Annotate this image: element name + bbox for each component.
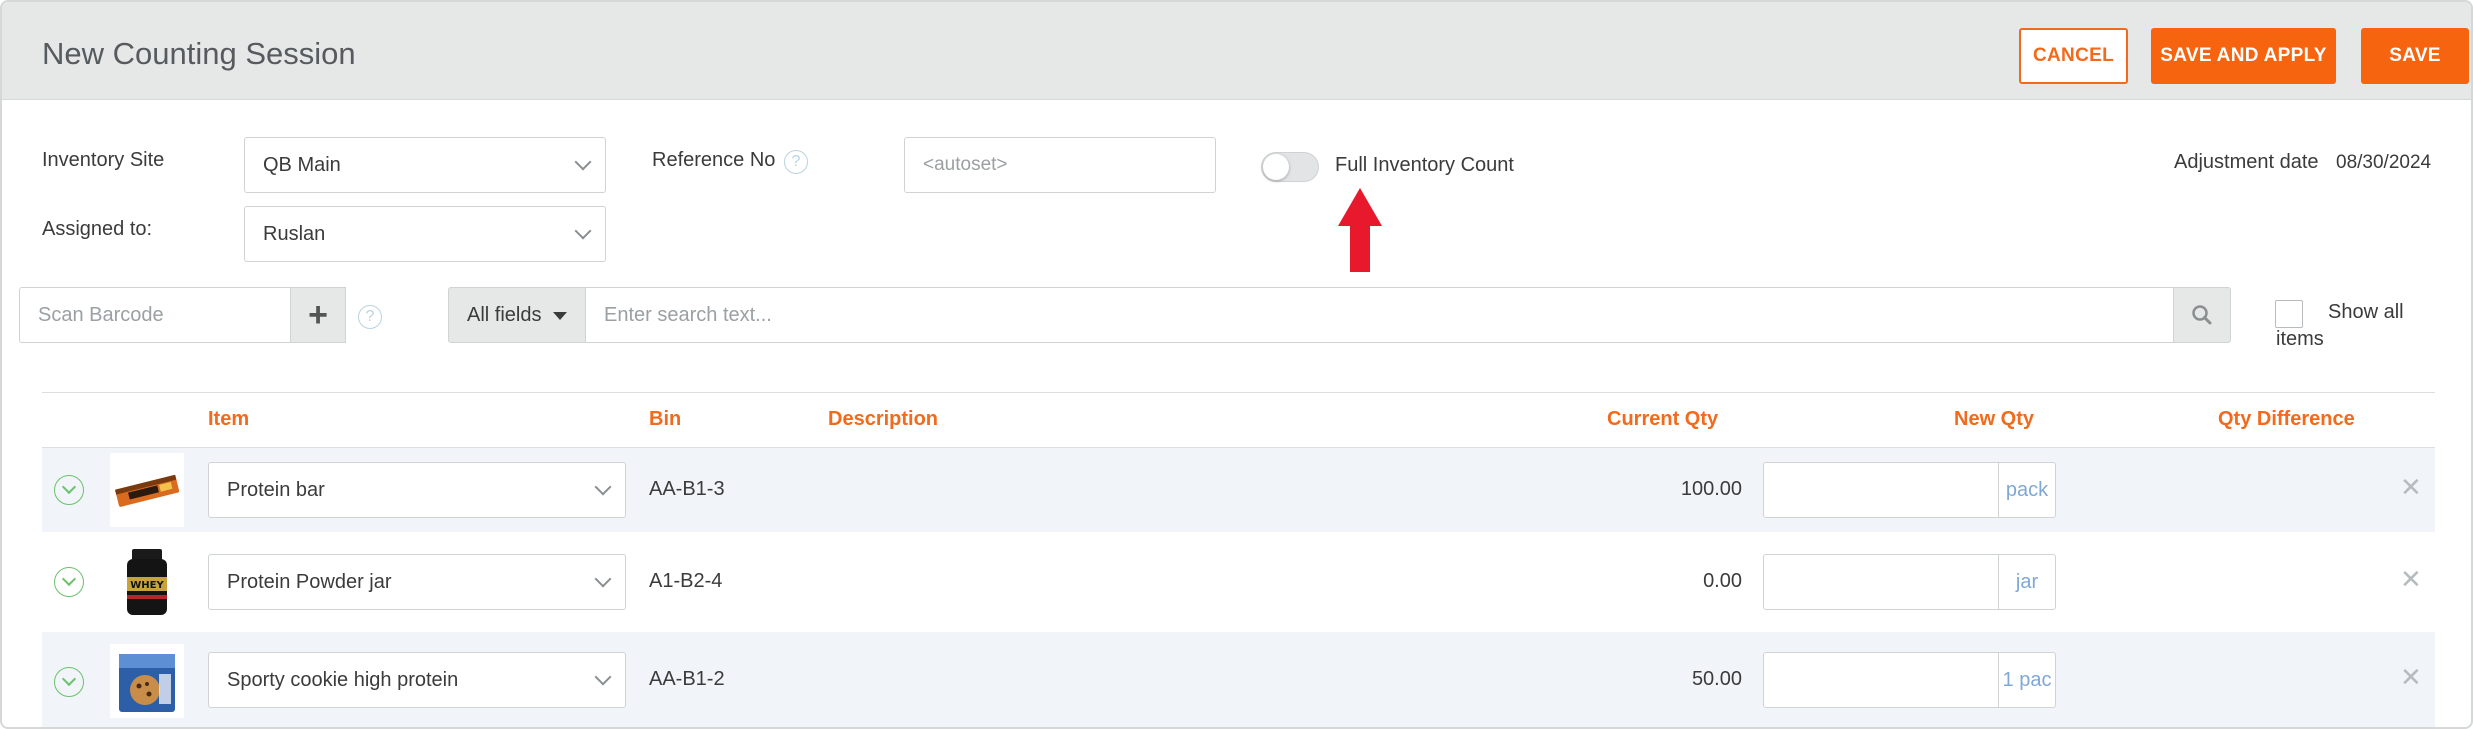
help-icon[interactable]: ? bbox=[358, 305, 382, 329]
cancel-button[interactable]: CANCEL bbox=[2019, 28, 2128, 84]
protein-powder-jar-image: WHEY bbox=[127, 549, 167, 615]
unit-select[interactable]: 1 pac bbox=[1998, 652, 2056, 708]
remove-row-icon[interactable]: ✕ bbox=[2400, 662, 2422, 693]
column-header-new-qty[interactable]: New Qty bbox=[1954, 408, 2034, 431]
red-arrow-annotation bbox=[1338, 188, 1382, 272]
assigned-to-select[interactable]: Ruslan bbox=[244, 206, 606, 262]
item-thumbnail bbox=[110, 644, 184, 718]
current-qty-cell: 0.00 bbox=[1703, 570, 1742, 592]
new-qty-input[interactable] bbox=[1763, 652, 1999, 708]
search-icon bbox=[2192, 305, 2212, 325]
remove-row-icon[interactable]: ✕ bbox=[2400, 472, 2422, 503]
column-header-qty-difference[interactable]: Qty Difference bbox=[2218, 408, 2355, 431]
current-qty-cell: 50.00 bbox=[1691, 668, 1742, 690]
expand-row-icon[interactable] bbox=[54, 567, 84, 597]
item-name: Protein bar bbox=[227, 478, 325, 501]
search-fields-value: All fields bbox=[467, 303, 542, 326]
cookie-box-image bbox=[119, 654, 175, 712]
inventory-site-select[interactable]: QB Main bbox=[244, 137, 606, 193]
search-input[interactable]: Enter search text... bbox=[585, 287, 2174, 343]
save-button[interactable]: SAVE bbox=[2361, 28, 2469, 84]
expand-row-icon[interactable] bbox=[54, 475, 84, 505]
search-button[interactable] bbox=[2173, 287, 2231, 343]
bin-cell: AA-B1-3 bbox=[649, 478, 725, 500]
column-header-description[interactable]: Description bbox=[828, 408, 938, 431]
reference-no-input[interactable]: <autoset> bbox=[904, 137, 1216, 193]
table-top-divider bbox=[42, 392, 2435, 393]
item-select[interactable]: Protein Powder jar bbox=[208, 554, 626, 610]
item-thumbnail bbox=[110, 453, 184, 527]
search-fields-select[interactable]: All fields bbox=[448, 287, 586, 343]
full-inventory-label: Full Inventory Count bbox=[1335, 154, 1514, 176]
plus-icon: + bbox=[308, 295, 328, 334]
bin-cell: AA-B1-2 bbox=[649, 668, 725, 690]
new-qty-input[interactable] bbox=[1763, 554, 1999, 610]
toggle-knob bbox=[1263, 154, 1289, 180]
table-row: WHEY Protein Powder jar A1-B2-4 0.00 jar… bbox=[42, 532, 2435, 632]
column-header-item[interactable]: Item bbox=[208, 408, 249, 431]
svg-text:WHEY: WHEY bbox=[130, 580, 164, 591]
chevron-down-icon bbox=[594, 668, 612, 686]
add-barcode-button[interactable]: + bbox=[290, 287, 346, 343]
page-title: New Counting Session bbox=[42, 36, 356, 71]
item-select[interactable]: Protein bar bbox=[208, 462, 626, 518]
bin-cell: A1-B2-4 bbox=[649, 570, 723, 592]
page-header: New Counting Session CANCEL SAVE AND APP… bbox=[2, 2, 2471, 100]
chevron-down-icon bbox=[574, 222, 592, 240]
counting-session-window: New Counting Session CANCEL SAVE AND APP… bbox=[0, 0, 2473, 729]
unit-select[interactable]: jar bbox=[1998, 554, 2056, 610]
scan-barcode-input[interactable]: Scan Barcode bbox=[19, 287, 291, 343]
table-row: Protein bar AA-B1-3 100.00 pack ✕ bbox=[42, 448, 2435, 532]
save-and-apply-button[interactable]: SAVE AND APPLY bbox=[2151, 28, 2336, 84]
assigned-to-label: Assigned to: bbox=[42, 218, 153, 240]
current-qty-cell: 100.00 bbox=[1680, 478, 1742, 500]
adjustment-date-value: 08/30/2024 bbox=[2336, 152, 2432, 173]
full-inventory-toggle[interactable] bbox=[1261, 152, 1319, 182]
item-name: Protein Powder jar bbox=[227, 570, 392, 593]
table-row: Sporty cookie high protein AA-B1-2 50.00… bbox=[42, 632, 2435, 727]
assigned-to-value: Ruslan bbox=[263, 222, 326, 245]
new-qty-input[interactable] bbox=[1763, 462, 1999, 518]
show-all-items-label: Show all items bbox=[2276, 301, 2404, 350]
inventory-site-label: Inventory Site bbox=[42, 149, 165, 171]
item-name: Sporty cookie high protein bbox=[227, 668, 459, 691]
caret-down-icon bbox=[553, 312, 567, 320]
help-icon[interactable]: ? bbox=[784, 150, 808, 174]
remove-row-icon[interactable]: ✕ bbox=[2400, 564, 2422, 595]
column-header-bin[interactable]: Bin bbox=[649, 408, 681, 431]
unit-select[interactable]: pack bbox=[1998, 462, 2056, 518]
adjustment-date-label: Adjustment date bbox=[2174, 151, 2319, 173]
expand-row-icon[interactable] bbox=[54, 667, 84, 697]
reference-no-label: Reference No bbox=[652, 149, 776, 171]
chevron-down-icon bbox=[574, 153, 592, 171]
inventory-site-value: QB Main bbox=[263, 153, 341, 176]
protein-bar-image bbox=[114, 474, 180, 507]
chevron-down-icon bbox=[594, 478, 612, 496]
column-header-current-qty[interactable]: Current Qty bbox=[1607, 408, 1718, 431]
chevron-down-icon bbox=[594, 570, 612, 588]
item-thumbnail: WHEY bbox=[110, 545, 184, 619]
item-select[interactable]: Sporty cookie high protein bbox=[208, 652, 626, 708]
